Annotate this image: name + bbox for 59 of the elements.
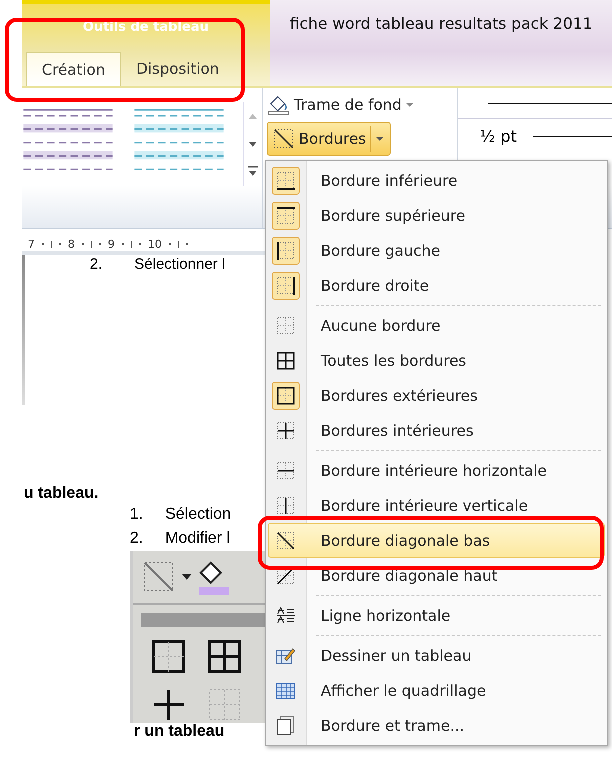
- outside-borders-icon: [276, 386, 296, 406]
- left-border-icon: [276, 240, 296, 260]
- menu-item[interactable]: Afficher le quadrillage: [268, 673, 605, 708]
- menu-item[interactable]: Bordure intérieure horizontale: [268, 453, 605, 488]
- section-heading: u tableau.: [24, 485, 99, 503]
- ruler-number: 9: [108, 238, 115, 250]
- caret-icon: [404, 101, 415, 109]
- menu-item[interactable]: Bordure et trame...: [268, 708, 605, 743]
- inside-borders-icon: [276, 420, 296, 440]
- page-icon: [276, 716, 296, 736]
- paint-bucket-icon: [267, 94, 291, 116]
- bottom-border-icon: [276, 170, 296, 190]
- no-border-icon: [276, 316, 296, 336]
- menu-item[interactable]: Bordure diagonale bas: [268, 523, 605, 558]
- menu-item[interactable]: Bordure diagonale haut: [268, 558, 605, 593]
- list-text: Sélectionner l: [134, 256, 226, 272]
- pencil-table-icon: [276, 646, 296, 666]
- menu-item[interactable]: Bordure supérieure: [268, 198, 605, 233]
- all-borders-icon: [276, 350, 296, 370]
- gridlines-icon: [276, 680, 296, 700]
- borders-split-button[interactable]: Bordures: [267, 122, 392, 156]
- list-text: Sélection: [165, 505, 232, 525]
- menu-item[interactable]: Bordure gauche: [268, 233, 605, 268]
- ribbon-tab[interactable]: Création: [26, 52, 122, 86]
- right-border-icon: [276, 276, 296, 296]
- menu-item[interactable]: Toutes les bordures: [268, 343, 605, 378]
- caret-icon: [181, 572, 193, 582]
- inside-horizontal-border-icon: [276, 460, 296, 480]
- menu-item[interactable]: Bordures intérieures: [268, 413, 605, 448]
- diagonal-down-border-icon: [276, 530, 296, 550]
- ribbon-tab[interactable]: Disposition: [121, 52, 234, 86]
- ruler-number: 7: [28, 238, 35, 250]
- list-number: 2.: [130, 529, 144, 549]
- ruler-number: 8: [68, 238, 75, 250]
- window-title: fiche word tableau resultats pack 2011: [290, 15, 593, 33]
- menu-item[interactable]: Bordure inférieure: [268, 163, 605, 198]
- diagonal-border-icon: [273, 128, 295, 150]
- line-weight-dropdown[interactable]: ½ pt: [458, 119, 612, 153]
- menu-item[interactable]: Bordure intérieure verticale: [268, 488, 605, 523]
- all-borders-icon: [207, 639, 243, 675]
- inside-borders-icon: [151, 687, 187, 723]
- section-heading: r un tableau: [134, 723, 225, 741]
- top-border-icon: [276, 206, 296, 226]
- menu-item[interactable]: Bordures extérieures: [268, 378, 605, 413]
- list-text: Modifier l: [165, 529, 230, 549]
- menu-item[interactable]: Ligne horizontale: [268, 598, 605, 633]
- horizontal-line-icon: [276, 606, 296, 626]
- list-number: 1.: [130, 505, 144, 525]
- outside-borders-icon: [151, 639, 187, 675]
- menu-item[interactable]: Aucune bordure: [268, 308, 605, 343]
- list-number: 2.: [90, 256, 103, 272]
- shading-button[interactable]: Trame de fond: [267, 92, 447, 118]
- no-border-icon: [207, 687, 243, 723]
- contextual-tab-group-title: Outils de tableau: [82, 19, 210, 37]
- menu-item[interactable]: Bordure droite: [268, 268, 605, 303]
- menu-item[interactable]: Dessiner un tableau: [268, 638, 605, 673]
- inside-vertical-border-icon: [276, 496, 296, 516]
- ruler-number: 10: [148, 238, 162, 250]
- caret-icon: [375, 135, 386, 143]
